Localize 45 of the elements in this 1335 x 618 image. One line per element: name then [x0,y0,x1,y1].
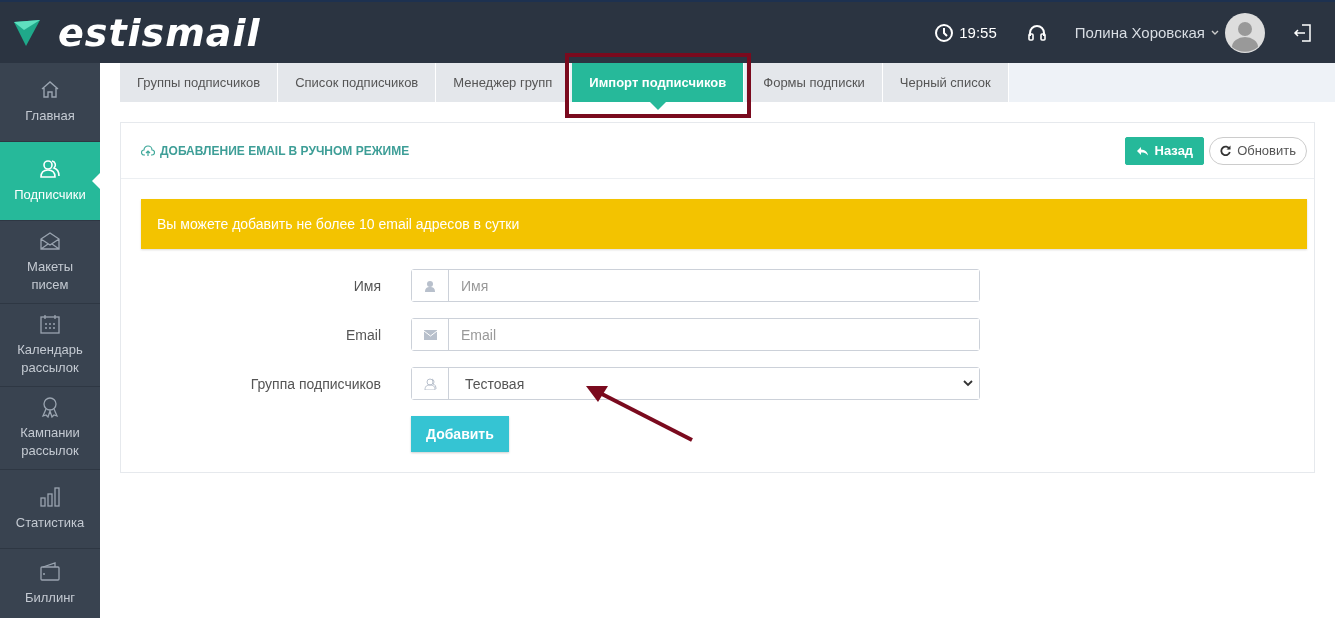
sidebar-item[interactable]: Макеты писем [0,221,100,304]
sidebar-item[interactable]: Кампании рассылок [0,387,100,470]
clock-icon [934,22,955,43]
tab[interactable]: Список подписчиков [278,63,437,102]
tab[interactable]: Черный список [882,63,1009,102]
field-label: Email [345,326,382,343]
bar-chart-icon [39,486,61,508]
ribbon-icon [39,396,61,418]
avatar-icon [1225,12,1265,53]
tab[interactable]: Формы подписки [746,63,883,102]
clock-time: 19:55 [959,24,997,41]
sidebar-item[interactable]: Календарь рассылок [0,304,100,387]
input-field[interactable]: Email [411,318,980,351]
reply-icon [1135,145,1149,156]
user-icon [423,279,437,292]
caret-icon [1211,29,1219,36]
users-icon [423,377,437,390]
refresh-icon [1220,145,1232,156]
pointer-notch [650,102,666,110]
refresh-button[interactable]: Обновить [1209,136,1307,165]
user-menu[interactable]: Полина Хоровская [1074,12,1265,53]
logo[interactable]: estismail [58,10,261,55]
chevron-down-icon [963,380,973,387]
cloud-upload-icon [141,144,155,157]
user-name: Полина Хоровская [1074,24,1205,41]
envelope-icon [423,328,437,341]
field-label: Имя [352,277,382,294]
users-icon [39,158,61,180]
field-label: Группа подписчиков [249,375,382,392]
alert-message: Вы можете добавить не более 10 email адресов в сутки [141,199,1307,249]
select-field[interactable]: Тестовая [411,367,980,400]
pointer-notch [92,173,100,189]
envelope-icon [39,230,61,252]
panel-title: ДОБАВЛЕНИЕ EMAIL В РУЧНОМ РЕЖИМЕ [160,143,410,158]
home-icon [39,79,61,101]
headset-icon[interactable] [1026,22,1047,43]
sidebar-item[interactable]: Биллинг [0,549,100,618]
tab[interactable]: Группы подписчиков [120,63,279,102]
sidebar-item[interactable]: Статистика [0,470,100,549]
input-field[interactable]: Имя [411,269,980,302]
tab[interactable]: Менеджер групп [436,63,571,102]
logo-icon [12,17,42,48]
logout-icon[interactable] [1293,22,1313,43]
calendar-icon [39,313,61,335]
wallet-icon [39,560,61,583]
